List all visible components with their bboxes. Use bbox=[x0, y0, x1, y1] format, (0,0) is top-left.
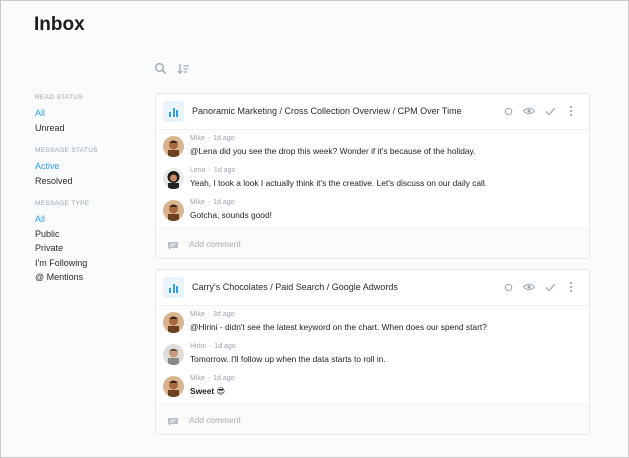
comment-text: Gotcha, sounds good! bbox=[190, 210, 272, 220]
comment-time: 1d ago bbox=[213, 135, 235, 142]
more-vertical-icon[interactable] bbox=[565, 104, 577, 118]
add-comment-input[interactable]: Add comment bbox=[189, 239, 241, 249]
comment-time: 3d ago bbox=[213, 311, 235, 318]
comment-author: Hirini bbox=[190, 343, 206, 350]
comment: Mike · 1d ago @Lena did you see the drop t… bbox=[156, 132, 589, 164]
check-icon[interactable] bbox=[544, 280, 556, 294]
add-comment-box[interactable]: Add comment bbox=[156, 228, 589, 258]
filter-group-message-status: MESSAGE STATUS Active Resolved bbox=[35, 147, 145, 188]
comment-text: Tomorrow. I'll follow up when the data s… bbox=[190, 354, 386, 364]
comment-list: Mike · 3d ago @Hirini - didn't see the lat… bbox=[156, 306, 589, 404]
toolbar bbox=[154, 62, 190, 76]
thread-actions bbox=[502, 104, 577, 118]
comment-time: 1d ago bbox=[213, 199, 235, 206]
filter-group-message-type: MESSAGE TYPE All Public Private I'm Foll… bbox=[35, 200, 145, 285]
comment-time: 1d ago bbox=[214, 343, 236, 350]
comment-time: 1d ago bbox=[213, 167, 236, 174]
app-window: Inbox READ STATUS All Unread MESSAGE STA… bbox=[0, 0, 629, 458]
comment-icon bbox=[167, 414, 179, 426]
filter-item-mentions[interactable]: @ Mentions bbox=[35, 270, 145, 285]
comment-list: Mike · 1d ago @Lena did you see the drop t… bbox=[156, 130, 589, 228]
comment-author: Mike bbox=[190, 311, 205, 318]
comment-text: @Lena did you see the drop this week? Wo… bbox=[190, 146, 476, 156]
search-icon[interactable] bbox=[154, 62, 167, 75]
filter-item-type-all[interactable]: All bbox=[35, 212, 145, 227]
eye-icon[interactable] bbox=[523, 280, 535, 294]
avatar bbox=[163, 312, 184, 333]
comment-time: 1d ago bbox=[213, 375, 235, 382]
comment-meta: Mike · 1d ago bbox=[190, 375, 235, 382]
comment-meta: Mike · 3d ago bbox=[190, 311, 235, 318]
avatar bbox=[163, 344, 184, 365]
comment-meta: Mike · 1d ago bbox=[190, 135, 235, 142]
filter-item-active[interactable]: Active bbox=[35, 159, 145, 174]
avatar bbox=[163, 168, 184, 189]
check-icon[interactable] bbox=[544, 104, 556, 118]
filter-heading: MESSAGE STATUS bbox=[35, 147, 98, 154]
sort-icon[interactable] bbox=[177, 62, 190, 75]
avatar bbox=[163, 200, 184, 221]
eye-icon[interactable] bbox=[523, 104, 535, 118]
comment: Hirini · 1d ago Tomorrow. I'll follow up w… bbox=[156, 340, 589, 372]
comment-author: Mike bbox=[190, 199, 205, 206]
add-comment-input[interactable]: Add comment bbox=[189, 415, 241, 425]
more-vertical-icon[interactable] bbox=[565, 280, 577, 294]
add-comment-box[interactable]: Add comment bbox=[156, 404, 589, 434]
thread-title[interactable]: Panoramic Marketing / Cross Collection O… bbox=[192, 106, 462, 116]
bar-chart-icon bbox=[163, 101, 184, 122]
filter-heading: MESSAGE TYPE bbox=[35, 200, 90, 207]
thread-header: Carry's Chocolates / Paid Search / Googl… bbox=[156, 270, 589, 306]
bar-chart-icon bbox=[163, 277, 184, 298]
comment: Mike · 3d ago @Hirini - didn't see the lat… bbox=[156, 308, 589, 340]
filter-item-following[interactable]: I'm Following bbox=[35, 256, 145, 271]
thread-actions bbox=[502, 280, 577, 294]
thread-card: Panoramic Marketing / Cross Collection O… bbox=[155, 93, 590, 259]
avatar bbox=[163, 376, 184, 397]
thread-card: Carry's Chocolates / Paid Search / Googl… bbox=[155, 269, 590, 435]
comment-meta: Lena · 1d ago bbox=[190, 167, 236, 174]
filter-item-unread[interactable]: Unread bbox=[35, 121, 145, 136]
comment-meta: Hirini · 1d ago bbox=[190, 343, 236, 350]
comment-icon bbox=[167, 238, 179, 250]
comment-text: Yeah, I took a look I actually think it'… bbox=[190, 178, 488, 188]
comment: Mike · 1d ago Sweet 😎 bbox=[156, 372, 589, 404]
comment-author: Lena bbox=[190, 167, 206, 174]
filter-sidebar: READ STATUS All Unread MESSAGE STATUS Ac… bbox=[35, 94, 145, 297]
filter-item-private[interactable]: Private bbox=[35, 241, 145, 256]
comment-text: @Hirini - didn't see the latest keyword … bbox=[190, 322, 487, 332]
circle-status-icon[interactable] bbox=[502, 104, 514, 118]
filter-item-read-all[interactable]: All bbox=[35, 106, 145, 121]
comment-meta: Mike · 1d ago bbox=[190, 199, 235, 206]
filter-group-read-status: READ STATUS All Unread bbox=[35, 94, 145, 135]
comment: Lena · 1d ago Yeah, I took a look I actual… bbox=[156, 164, 589, 196]
filter-item-public[interactable]: Public bbox=[35, 227, 145, 242]
comment-text: Sweet 😎 bbox=[190, 386, 226, 396]
avatar bbox=[163, 136, 184, 157]
filter-item-resolved[interactable]: Resolved bbox=[35, 174, 145, 189]
filter-heading: READ STATUS bbox=[35, 94, 83, 101]
comment: Mike · 1d ago Gotcha, sounds good! bbox=[156, 196, 589, 228]
thread-title[interactable]: Carry's Chocolates / Paid Search / Googl… bbox=[192, 282, 398, 292]
comment-author: Mike bbox=[190, 375, 205, 382]
thread-header: Panoramic Marketing / Cross Collection O… bbox=[156, 94, 589, 130]
page-title: Inbox bbox=[34, 14, 85, 35]
circle-status-icon[interactable] bbox=[502, 280, 514, 294]
comment-author: Mike bbox=[190, 135, 205, 142]
